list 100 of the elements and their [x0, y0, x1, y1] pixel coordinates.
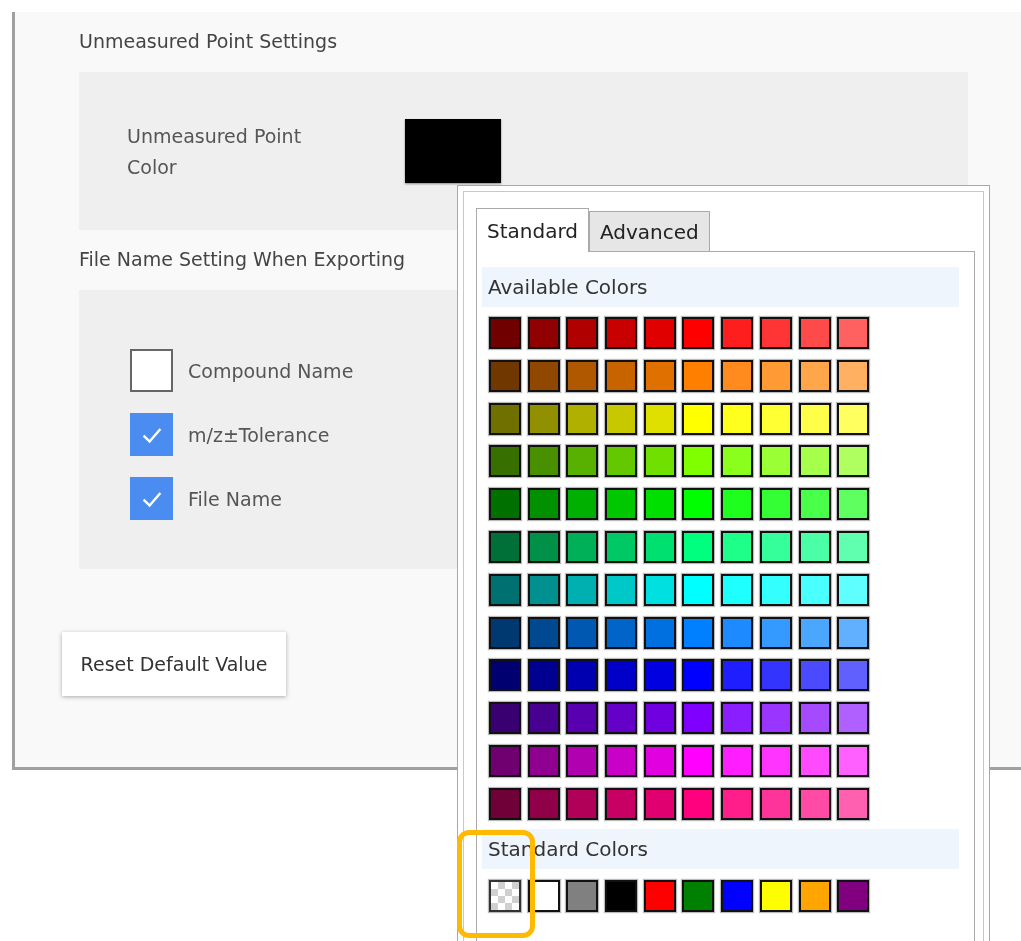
- color-swatch[interactable]: [527, 616, 560, 649]
- color-swatch[interactable]: [798, 744, 831, 777]
- color-swatch[interactable]: [489, 402, 521, 435]
- color-swatch[interactable]: [643, 531, 676, 563]
- color-swatch[interactable]: [566, 879, 599, 912]
- color-swatch[interactable]: [759, 744, 792, 777]
- color-swatch[interactable]: [759, 702, 792, 735]
- color-swatch[interactable]: [837, 531, 870, 563]
- color-swatch[interactable]: [798, 488, 831, 521]
- checkbox[interactable]: [130, 349, 173, 392]
- color-swatch[interactable]: [643, 702, 676, 735]
- color-swatch[interactable]: [605, 359, 638, 392]
- color-swatch[interactable]: [798, 531, 831, 563]
- color-swatch[interactable]: [721, 317, 754, 349]
- transparent-swatch[interactable]: [489, 879, 521, 912]
- color-swatch[interactable]: [489, 359, 521, 392]
- color-swatch[interactable]: [566, 445, 599, 478]
- color-swatch[interactable]: [643, 616, 676, 649]
- color-swatch[interactable]: [837, 702, 870, 735]
- color-swatch[interactable]: [837, 573, 870, 606]
- color-swatch[interactable]: [605, 787, 638, 820]
- color-swatch[interactable]: [527, 744, 560, 777]
- color-swatch[interactable]: [837, 317, 870, 349]
- color-swatch[interactable]: [527, 573, 560, 606]
- color-swatch[interactable]: [759, 659, 792, 692]
- color-swatch[interactable]: [721, 702, 754, 735]
- color-swatch[interactable]: [643, 744, 676, 777]
- color-swatch[interactable]: [682, 359, 715, 392]
- color-swatch[interactable]: [605, 488, 638, 521]
- color-swatch[interactable]: [605, 879, 638, 912]
- color-swatch[interactable]: [721, 445, 754, 478]
- color-swatch[interactable]: [721, 402, 754, 435]
- color-swatch[interactable]: [489, 744, 521, 777]
- color-swatch[interactable]: [837, 488, 870, 521]
- color-swatch[interactable]: [643, 659, 676, 692]
- color-swatch[interactable]: [643, 787, 676, 820]
- color-swatch[interactable]: [527, 702, 560, 735]
- color-swatch[interactable]: [566, 488, 599, 521]
- color-swatch-button[interactable]: [405, 119, 501, 183]
- color-swatch[interactable]: [643, 879, 676, 912]
- color-swatch[interactable]: [721, 359, 754, 392]
- color-swatch[interactable]: [759, 787, 792, 820]
- color-swatch[interactable]: [721, 573, 754, 606]
- color-swatch[interactable]: [721, 787, 754, 820]
- tab[interactable]: Advanced: [589, 211, 710, 251]
- color-swatch[interactable]: [759, 402, 792, 435]
- color-swatch[interactable]: [721, 879, 754, 912]
- color-swatch[interactable]: [489, 445, 521, 478]
- color-swatch[interactable]: [682, 702, 715, 735]
- color-swatch[interactable]: [605, 744, 638, 777]
- color-swatch[interactable]: [527, 317, 560, 349]
- color-swatch[interactable]: [605, 402, 638, 435]
- color-swatch[interactable]: [682, 488, 715, 521]
- color-swatch[interactable]: [721, 488, 754, 521]
- color-swatch[interactable]: [605, 573, 638, 606]
- color-swatch[interactable]: [682, 659, 715, 692]
- color-swatch[interactable]: [489, 702, 521, 735]
- color-swatch[interactable]: [643, 488, 676, 521]
- color-swatch[interactable]: [837, 402, 870, 435]
- color-swatch[interactable]: [489, 317, 521, 349]
- color-swatch[interactable]: [566, 616, 599, 649]
- color-swatch[interactable]: [566, 402, 599, 435]
- color-swatch[interactable]: [682, 787, 715, 820]
- color-swatch[interactable]: [759, 616, 792, 649]
- color-swatch[interactable]: [527, 402, 560, 435]
- color-swatch[interactable]: [798, 402, 831, 435]
- color-swatch[interactable]: [837, 445, 870, 478]
- color-swatch[interactable]: [605, 659, 638, 692]
- color-swatch[interactable]: [837, 879, 870, 912]
- reset-button[interactable]: Reset Default Value: [62, 632, 286, 696]
- color-swatch[interactable]: [527, 531, 560, 563]
- color-swatch[interactable]: [643, 402, 676, 435]
- color-swatch[interactable]: [759, 573, 792, 606]
- color-swatch[interactable]: [527, 659, 560, 692]
- color-swatch[interactable]: [489, 531, 521, 563]
- color-swatch[interactable]: [682, 531, 715, 563]
- color-swatch[interactable]: [798, 879, 831, 912]
- color-swatch[interactable]: [605, 702, 638, 735]
- color-swatch[interactable]: [721, 616, 754, 649]
- color-swatch[interactable]: [566, 531, 599, 563]
- color-swatch[interactable]: [798, 445, 831, 478]
- color-swatch[interactable]: [798, 317, 831, 349]
- color-swatch[interactable]: [527, 445, 560, 478]
- color-swatch[interactable]: [798, 659, 831, 692]
- color-swatch[interactable]: [566, 744, 599, 777]
- color-swatch[interactable]: [837, 359, 870, 392]
- color-swatch[interactable]: [837, 616, 870, 649]
- color-swatch[interactable]: [721, 744, 754, 777]
- color-swatch[interactable]: [566, 787, 599, 820]
- color-swatch[interactable]: [489, 659, 521, 692]
- color-swatch[interactable]: [682, 317, 715, 349]
- color-swatch[interactable]: [605, 616, 638, 649]
- color-swatch[interactable]: [759, 531, 792, 563]
- color-swatch[interactable]: [798, 616, 831, 649]
- color-swatch[interactable]: [798, 702, 831, 735]
- color-swatch[interactable]: [527, 359, 560, 392]
- checkbox[interactable]: [130, 413, 173, 456]
- color-swatch[interactable]: [527, 787, 560, 820]
- color-swatch[interactable]: [566, 317, 599, 349]
- color-swatch[interactable]: [721, 531, 754, 563]
